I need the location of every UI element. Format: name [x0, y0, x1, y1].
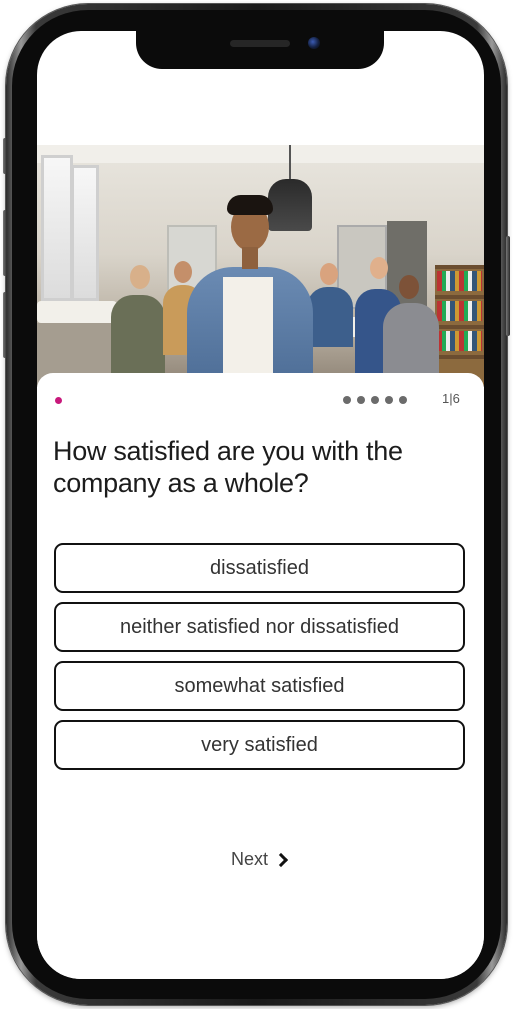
option-neutral[interactable]: neither satisfied nor dissatisfied [54, 602, 465, 652]
option-dissatisfied[interactable]: dissatisfied [54, 543, 465, 593]
header-photo [37, 145, 484, 387]
option-very-satisfied[interactable]: very satisfied [54, 720, 465, 770]
side-button [3, 138, 7, 174]
screen: 1|6 How satisfied are you with the compa… [37, 31, 484, 979]
active-step-dot [55, 397, 62, 404]
answer-options: dissatisfied neither satisfied nor dissa… [54, 543, 465, 779]
progress-dot [371, 396, 379, 404]
camera-icon [308, 37, 320, 49]
chevron-right-icon [273, 852, 289, 868]
next-button[interactable]: Next [231, 849, 289, 870]
page-counter: 1|6 [442, 391, 460, 406]
power-button [506, 236, 510, 336]
question-text: How satisfied are you with the company a… [53, 436, 403, 498]
next-label: Next [231, 849, 269, 869]
option-somewhat-satisfied[interactable]: somewhat satisfied [54, 661, 465, 711]
progress-dots [343, 396, 407, 404]
speaker-grille [230, 40, 290, 47]
progress-dot [357, 396, 365, 404]
progress-dot [343, 396, 351, 404]
notch [136, 31, 384, 69]
volume-down-button [3, 292, 7, 358]
progress-dot [385, 396, 393, 404]
volume-up-button [3, 210, 7, 276]
progress-dot [399, 396, 407, 404]
survey-card: 1|6 How satisfied are you with the compa… [37, 373, 484, 979]
